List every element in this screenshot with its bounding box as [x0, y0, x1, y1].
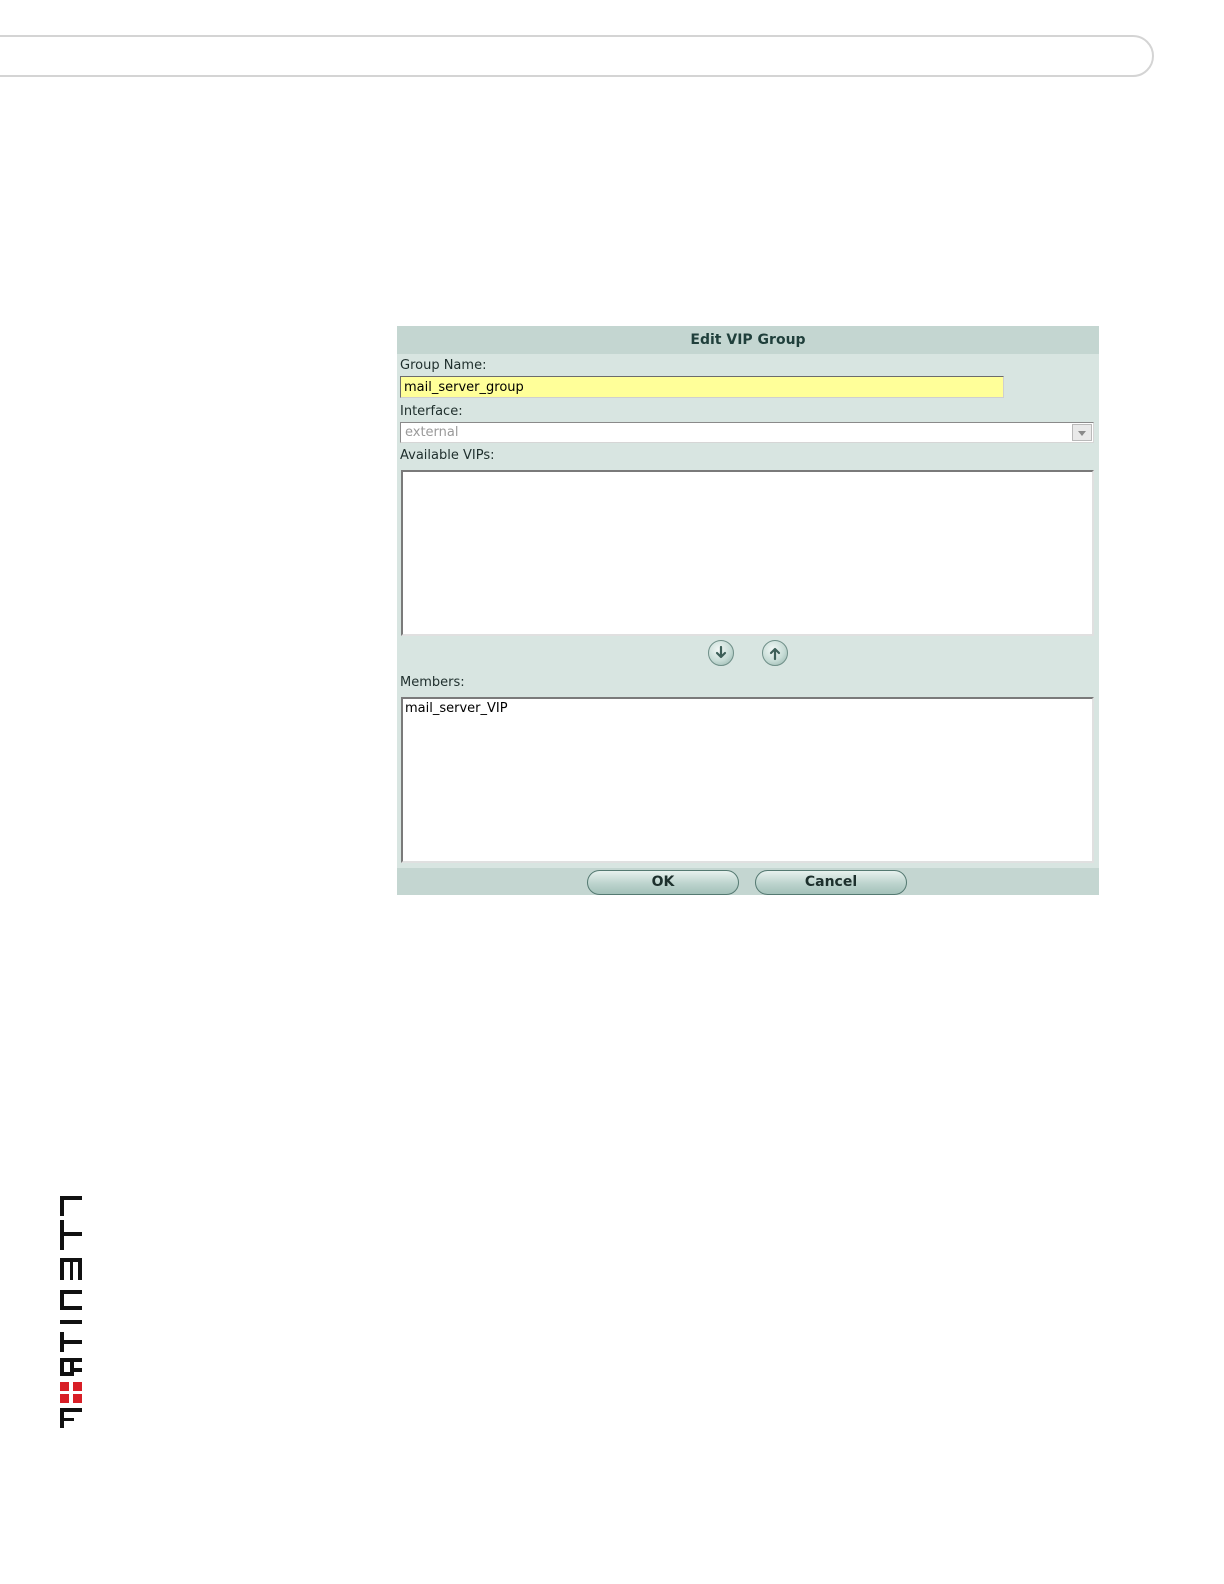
interface-select-value: external: [405, 425, 459, 440]
ok-button[interactable]: OK: [587, 870, 739, 895]
available-vips-label: Available VIPs:: [400, 448, 495, 463]
available-vips-list[interactable]: [401, 470, 1094, 636]
remove-from-members-button[interactable]: [762, 640, 788, 666]
arrow-up-icon: [769, 647, 781, 661]
members-list[interactable]: mail_server_VIP: [401, 697, 1094, 863]
interface-label: Interface:: [400, 404, 463, 419]
cancel-button[interactable]: Cancel: [755, 870, 907, 895]
fortinet-logo: [60, 1196, 82, 1428]
page-header-bar: [0, 35, 1154, 77]
group-name-label: Group Name:: [400, 358, 487, 373]
interface-select[interactable]: external: [400, 422, 1094, 443]
list-item[interactable]: mail_server_VIP: [403, 699, 1092, 718]
add-to-members-button[interactable]: [708, 640, 734, 666]
edit-vip-group-dialog: Edit VIP Group Group Name: Interface: ex…: [397, 326, 1099, 895]
chevron-down-icon[interactable]: [1072, 424, 1092, 441]
arrow-down-icon: [715, 645, 727, 659]
dialog-title: Edit VIP Group: [397, 326, 1099, 354]
group-name-input[interactable]: [400, 376, 1004, 398]
members-label: Members:: [400, 675, 465, 690]
dialog-button-bar: OK Cancel: [397, 868, 1099, 895]
